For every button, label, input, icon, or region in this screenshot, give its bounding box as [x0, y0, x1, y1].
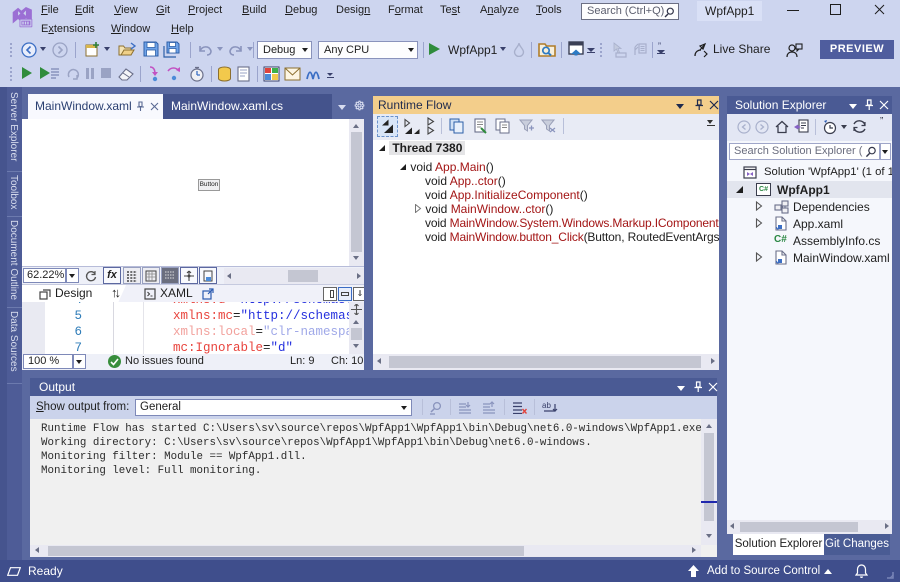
svg-text:ab: ab: [542, 401, 551, 410]
